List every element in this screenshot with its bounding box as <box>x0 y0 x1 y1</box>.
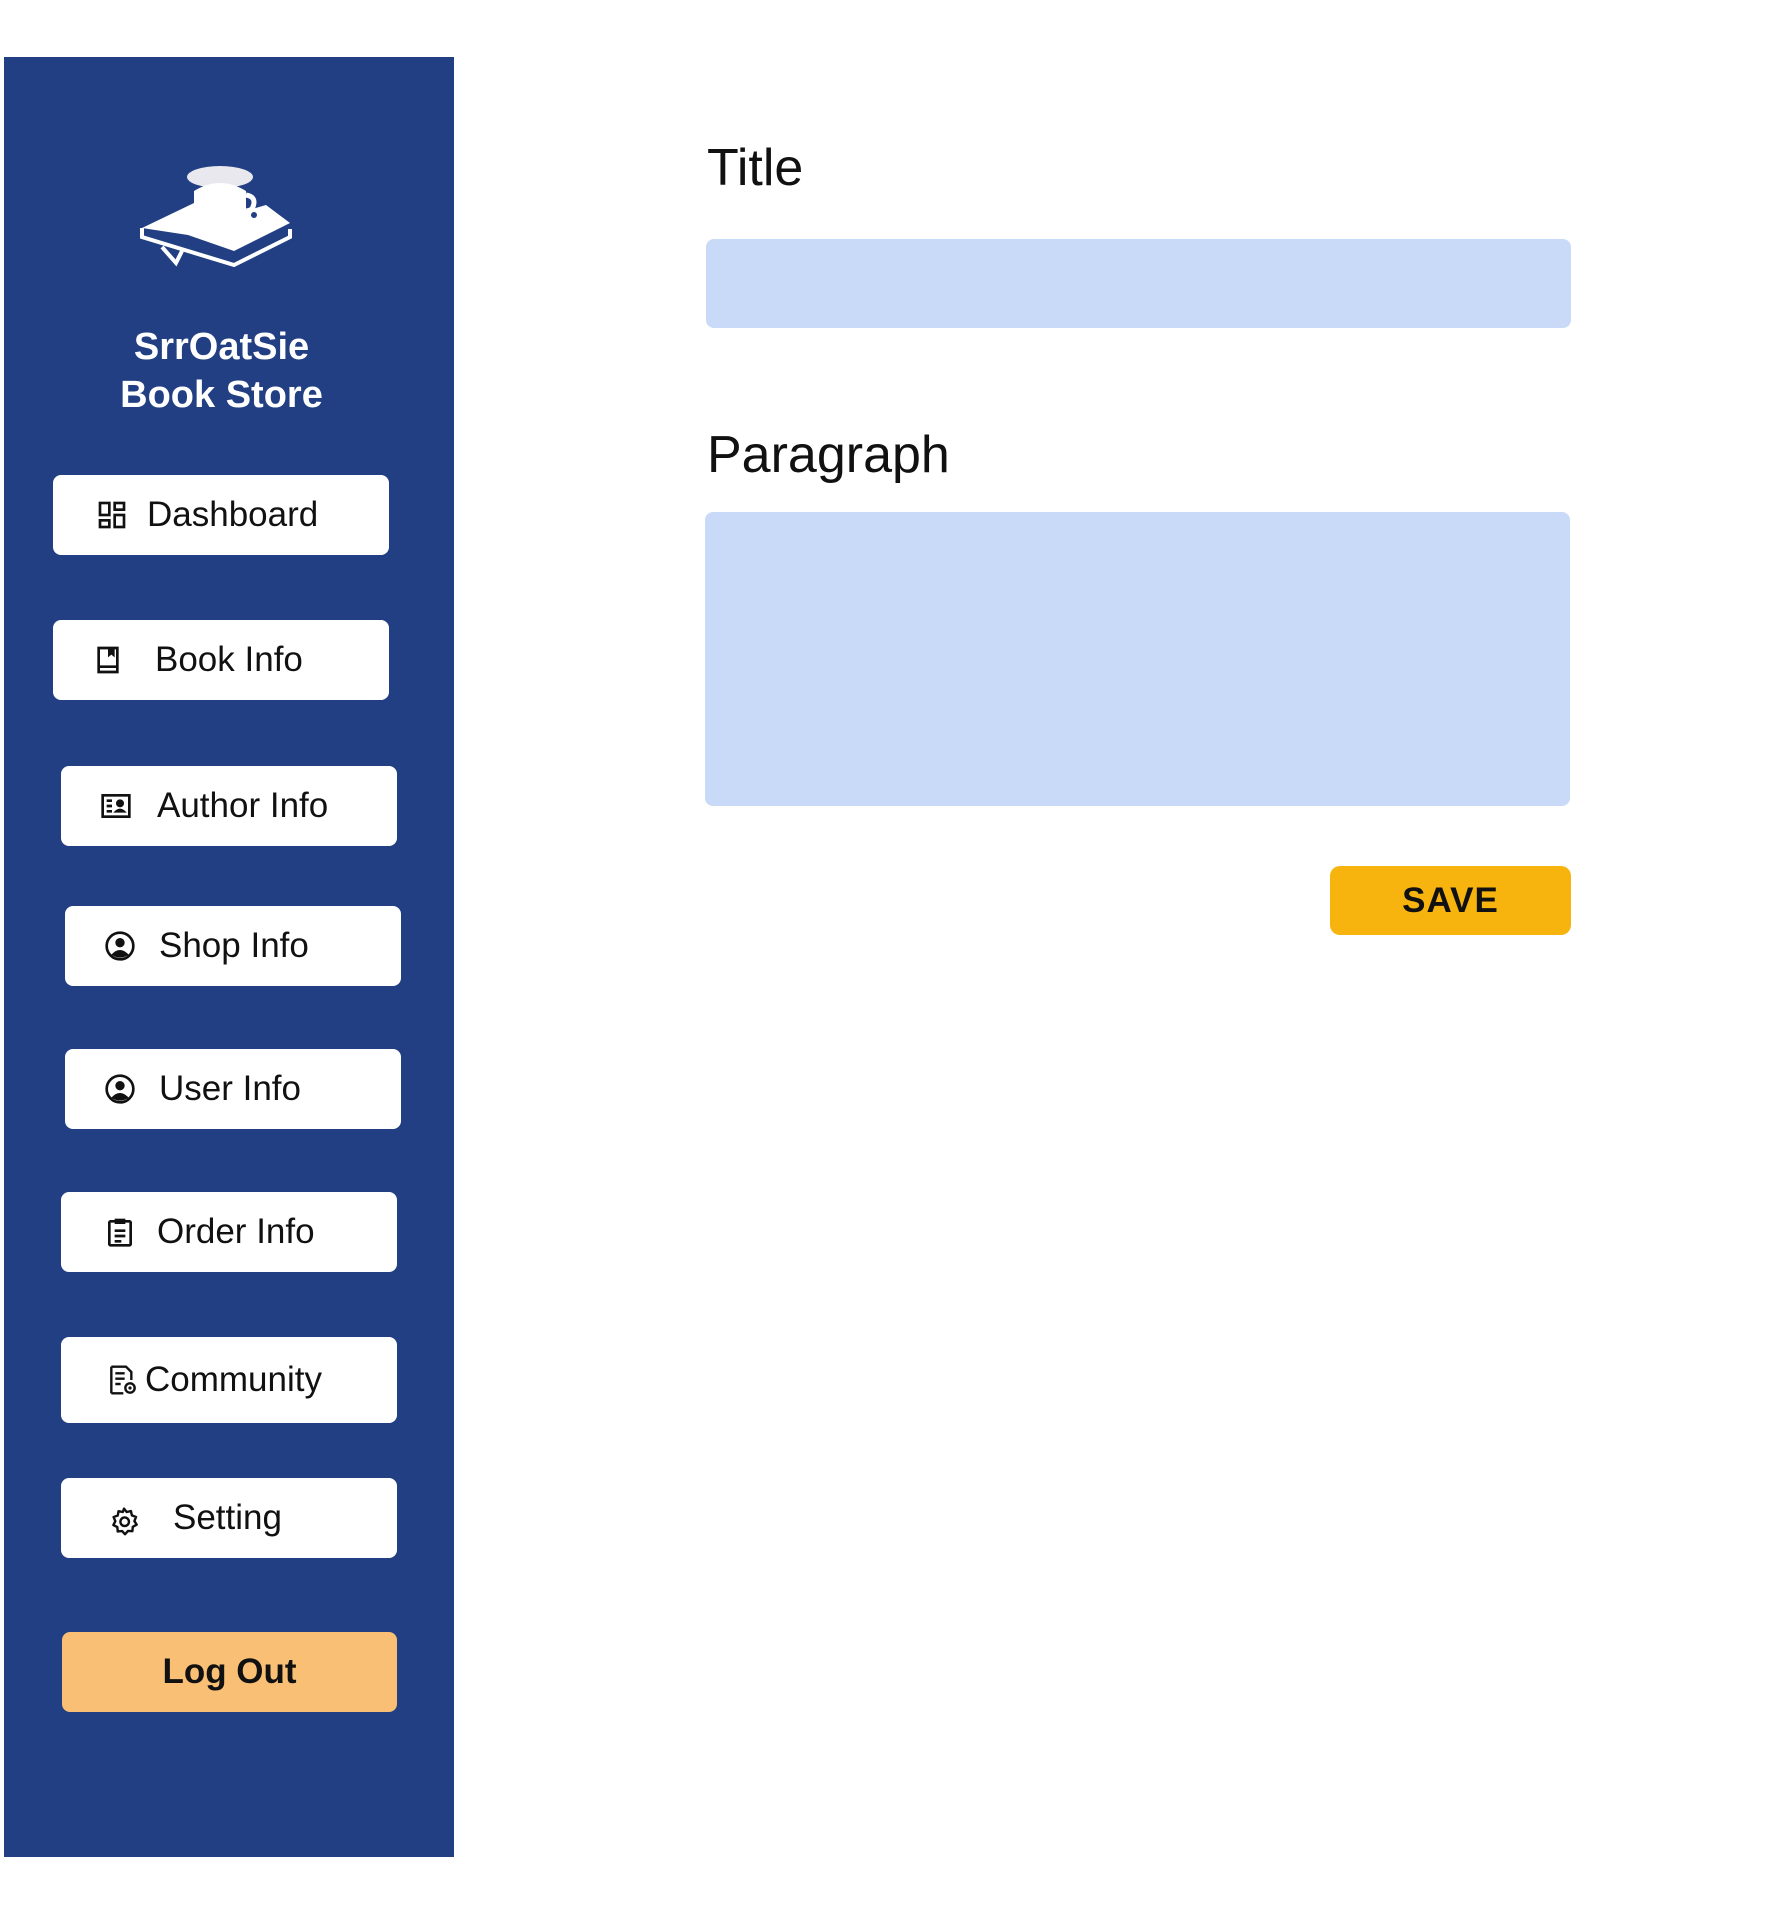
sidebar-item-label: Order Info <box>157 1212 315 1251</box>
sidebar-item-book-info[interactable]: Book Info <box>53 620 389 700</box>
sidebar-item-dashboard[interactable]: Dashboard <box>53 475 389 555</box>
brand-name: SrrOatSie Book Store <box>4 323 439 419</box>
sidebar-item-community[interactable]: Community <box>61 1337 397 1423</box>
document-settings-icon <box>105 1363 139 1397</box>
sidebar-item-setting[interactable]: Setting <box>61 1478 397 1558</box>
sidebar: SrrOatSie Book Store Dashboard Book Info… <box>4 57 454 1857</box>
book-icon <box>91 643 125 677</box>
sidebar-item-author-info[interactable]: Author Info <box>61 766 397 846</box>
brand-line1: SrrOatSie <box>133 326 310 368</box>
dashboard-grid-icon <box>95 498 129 532</box>
book-with-cup-icon <box>134 165 294 285</box>
user-circle-icon <box>103 929 137 963</box>
title-label: Title <box>707 139 804 197</box>
sidebar-item-label: Book Info <box>155 640 303 679</box>
sidebar-item-label: Setting <box>173 1498 282 1537</box>
title-input[interactable] <box>706 239 1571 328</box>
sidebar-item-shop-info[interactable]: Shop Info <box>65 906 401 986</box>
clipboard-icon <box>103 1215 137 1249</box>
sidebar-item-label: Shop Info <box>159 926 309 965</box>
sidebar-item-user-info[interactable]: User Info <box>65 1049 401 1129</box>
paragraph-label: Paragraph <box>707 426 950 484</box>
sidebar-item-label: User Info <box>159 1069 301 1108</box>
user-circle-icon <box>103 1072 137 1106</box>
brand-line2: Book Store <box>120 374 323 416</box>
save-button[interactable]: SAVE <box>1330 866 1571 935</box>
gear-icon <box>107 1505 141 1539</box>
sidebar-item-label: Dashboard <box>147 495 319 534</box>
sidebar-item-label: Community <box>145 1360 322 1399</box>
contact-card-icon <box>99 789 133 823</box>
sidebar-item-order-info[interactable]: Order Info <box>61 1192 397 1272</box>
paragraph-input[interactable] <box>705 512 1570 806</box>
log-out-button[interactable]: Log Out <box>62 1632 397 1712</box>
sidebar-item-label: Author Info <box>157 786 329 825</box>
